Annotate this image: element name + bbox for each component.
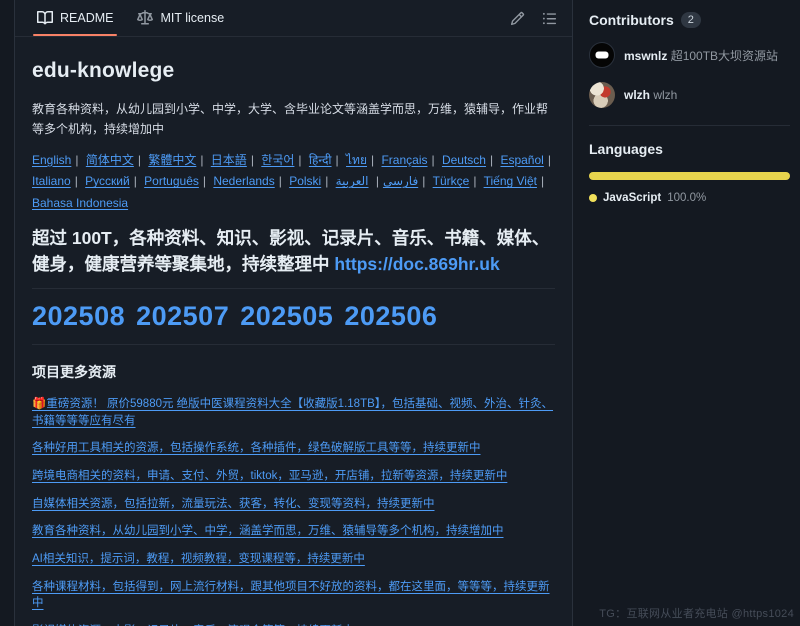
resource-links: 🎁重磅资源！ 原价59880元 绝版中医课程资料大全【收藏版1.18TB】，包括… (32, 396, 555, 626)
language-name[interactable]: JavaScript (603, 192, 661, 204)
pipe-separator: | (200, 153, 203, 167)
language-link[interactable]: Français (381, 153, 427, 167)
language-link[interactable]: Español (500, 153, 543, 167)
month-links: 202508 202507 202505 202506 (32, 301, 555, 345)
pipe-separator: | (325, 174, 328, 188)
resource-link[interactable]: 各种好用工具相关的资源，包括操作系统，各种插件，绿色破解版工具等等，持续更新中 (32, 440, 555, 457)
avatar (589, 42, 615, 68)
doc-site-link[interactable]: https://doc.869hr.uk (334, 254, 499, 274)
languages-title: Languages (589, 141, 663, 157)
repo-sidebar: Contributors 2 mswnlz 超100TB大坝资源站 wlzh w… (574, 0, 800, 626)
pipe-separator: | (138, 153, 141, 167)
pipe-separator: | (203, 174, 206, 188)
pipe-separator: | (75, 153, 78, 167)
pipe-separator: | (75, 174, 78, 188)
languages-heading: Languages (589, 141, 790, 157)
contributor-row[interactable]: mswnlz 超100TB大坝资源站 (589, 42, 790, 68)
law-icon (137, 10, 153, 26)
pipe-separator: | (134, 174, 137, 188)
contributor-name[interactable]: mswnlz (624, 49, 667, 63)
language-link[interactable]: ไทย (346, 153, 367, 167)
pipe-separator: | (251, 153, 254, 167)
sidebar-divider (589, 125, 790, 126)
resource-link[interactable]: 🎁重磅资源！ 原价59880元 绝版中医课程资料大全【收藏版1.18TB】，包括… (32, 396, 555, 429)
resource-link[interactable]: 各种课程材料，包括得到，网上流行材料，跟其他项目不好放的资料，都在这里面，等等等… (32, 579, 555, 612)
language-link[interactable]: हिन्दी (309, 153, 332, 167)
resource-link[interactable]: 自媒体相关资源，包括拉新，流量玩法、获客，转化、变现等资料，持续更新中 (32, 496, 555, 513)
readme-toolbar (504, 0, 562, 36)
pipe-separator: | (541, 174, 544, 188)
readme-language-links: English| 简体中文| 繁體中文| 日本語| 한국어| हिन्दी| ไ… (32, 150, 555, 215)
pencil-icon (510, 11, 525, 26)
pipe-separator: | (431, 153, 434, 167)
book-icon (37, 10, 53, 26)
language-legend-row[interactable]: JavaScript 100.0% (589, 192, 790, 204)
readme-tabbar: README MIT license (15, 0, 572, 37)
contributors-count-badge: 2 (681, 12, 701, 28)
tab-readme-label: README (60, 11, 113, 25)
language-link[interactable]: Bahasa Indonesia (32, 196, 128, 210)
language-link[interactable]: English (32, 153, 71, 167)
pipe-separator: | (336, 153, 339, 167)
language-link[interactable]: 日本語 (211, 153, 247, 167)
language-link[interactable]: فارسی (383, 174, 418, 188)
readme-card: README MIT license (14, 0, 573, 626)
readme-content: edu-knowlege 教育各种资料，从幼儿园到小学、中学，大学、含毕业论文等… (15, 37, 572, 626)
telegram-watermark: TG：互联网从业者充电站 @https1024 (599, 605, 794, 621)
contributors-heading: Contributors 2 (589, 12, 790, 28)
pipe-separator: | (473, 174, 476, 188)
language-link[interactable]: العربية (336, 174, 369, 188)
month-link[interactable]: 202506 (344, 301, 437, 331)
pipe-separator: | (279, 174, 282, 188)
resource-link[interactable]: 教育各种资料，从幼儿园到小学、中学，涵盖学而思，万维、猿辅导等多个机构，持续增加… (32, 523, 555, 540)
contributors-title: Contributors (589, 12, 674, 28)
avatar (589, 82, 615, 108)
contributor-name[interactable]: wlzh (624, 88, 650, 102)
language-link[interactable]: Deutsch (442, 153, 486, 167)
language-color-dot (589, 194, 597, 202)
language-link[interactable]: 繁體中文 (148, 153, 196, 167)
pipe-separator: | (376, 174, 379, 188)
tab-readme[interactable]: README (25, 0, 125, 36)
contributor-row[interactable]: wlzh wlzh (589, 82, 790, 108)
language-link[interactable]: Polski (289, 174, 321, 188)
outline-button[interactable] (536, 5, 562, 31)
pipe-separator: | (371, 153, 374, 167)
headline: 超过 100T，各种资料、知识、影视、记录片、音乐、书籍、媒体、健身，健康营养等… (32, 225, 555, 290)
edit-readme-button[interactable] (504, 5, 530, 31)
language-link[interactable]: Русский (85, 174, 130, 188)
month-link[interactable]: 202505 (240, 301, 333, 331)
language-link[interactable]: Italiano (32, 174, 71, 188)
more-resources-title: 项目更多资源 (32, 362, 555, 382)
pipe-separator: | (422, 174, 425, 188)
language-link[interactable]: Tiếng Việt (484, 174, 537, 188)
language-link[interactable]: Türkçe (433, 174, 470, 188)
list-icon (542, 11, 557, 26)
repo-description: 教育各种资料，从幼儿园到小学、中学，大学、含毕业论文等涵盖学而思，万维，猿辅导，… (32, 99, 555, 140)
tab-mit-license-label: MIT license (160, 11, 224, 25)
pipe-separator: | (548, 153, 551, 167)
tab-mit-license[interactable]: MIT license (125, 0, 236, 36)
resource-link[interactable]: AI相关知识，提示词，教程，视频教程，变现课程等，持续更新中 (32, 551, 555, 568)
language-link[interactable]: Nederlands (213, 174, 274, 188)
pipe-separator: | (298, 153, 301, 167)
pipe-separator: | (490, 153, 493, 167)
month-link[interactable]: 202507 (136, 301, 229, 331)
repo-page: README MIT license (0, 0, 800, 626)
language-bar[interactable] (589, 172, 790, 180)
month-link[interactable]: 202508 (32, 301, 125, 331)
language-percent: 100.0% (667, 192, 706, 204)
resource-link[interactable]: 跨境电商相关的资料，申请、支付、外贸，tiktok，亚马逊，开店铺，拉新等资源，… (32, 468, 555, 485)
contributor-desc: 超100TB大坝资源站 (671, 49, 778, 63)
page-title: edu-knowlege (32, 59, 555, 83)
language-link[interactable]: 한국어 (261, 153, 294, 167)
contributor-desc: wlzh (653, 88, 677, 102)
language-link[interactable]: 简体中文 (86, 153, 134, 167)
language-link[interactable]: Português (144, 174, 199, 188)
